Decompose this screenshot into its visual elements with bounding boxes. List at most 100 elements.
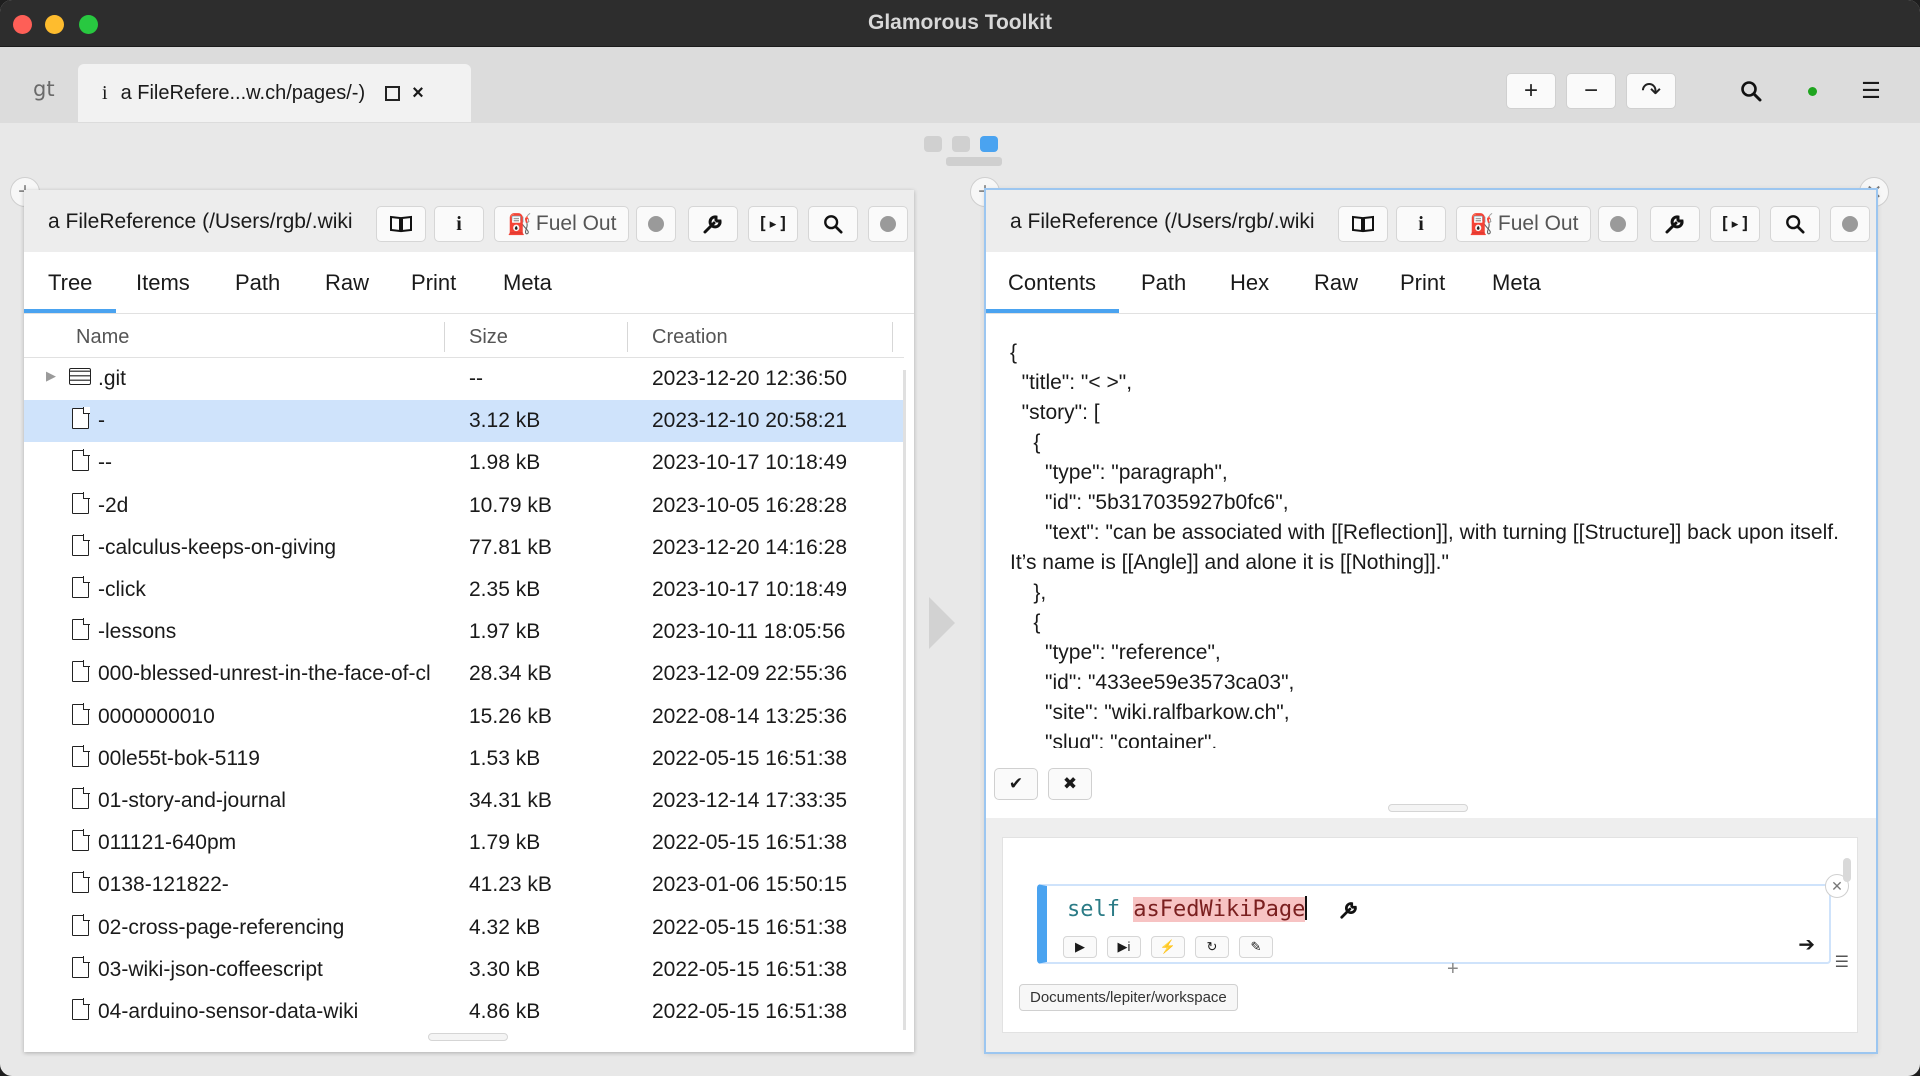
tab-raw[interactable]: Raw	[325, 270, 369, 296]
pager-scrollbar[interactable]	[946, 157, 1002, 166]
close-tab-icon[interactable]: ×	[412, 82, 424, 105]
edit-icon[interactable]: ✎	[1239, 936, 1273, 958]
lightning-icon[interactable]: ⚡	[1151, 936, 1185, 958]
vertical-scrollbar[interactable]	[903, 370, 906, 1030]
file-icon	[72, 998, 90, 1020]
column-separator[interactable]	[627, 322, 628, 352]
fuel-out-button[interactable]: ⛽ Fuel Out	[494, 206, 630, 242]
table-row[interactable]: 000-blessed-unrest-in-the-face-of-cl 28.3…	[24, 653, 904, 695]
workspace-path-chip[interactable]: Documents/lepiter/workspace	[1019, 984, 1238, 1011]
tab-meta[interactable]: Meta	[503, 270, 552, 296]
add-button[interactable]: +	[1506, 73, 1556, 109]
column-name-header[interactable]: Name	[76, 326, 129, 349]
column-size-header[interactable]: Size	[469, 326, 508, 349]
search-icon[interactable]	[1736, 77, 1766, 105]
table-row[interactable]: -click 2.35 kB 2023-10-17 10:18:49	[24, 569, 904, 611]
table-row[interactable]: -2d 10.79 kB 2023-10-05 16:28:28	[24, 485, 904, 527]
table-row[interactable]: -- 1.98 kB 2023-10-17 10:18:49	[24, 442, 904, 484]
playground-scrollbar[interactable]	[1843, 858, 1851, 882]
table-row[interactable]: 02-cross-page-referencing 4.32 kB 2022-05-…	[24, 907, 904, 949]
tab-file-reference[interactable]: i a FileRefere...w.ch/pages/-) ×	[78, 64, 471, 122]
menu-icon[interactable]: ☰	[1856, 77, 1886, 105]
table-row[interactable]: -lessons 1.97 kB 2023-10-11 18:05:56	[24, 611, 904, 653]
run-icon[interactable]: ▶	[1063, 936, 1097, 958]
book-icon[interactable]	[376, 206, 426, 242]
code-snippet[interactable]: self asFedWikiPage ▶ ▶i ⚡ ↻ ✎ ➔ ✕ + ☰	[1037, 874, 1849, 980]
wrench-icon[interactable]	[1650, 206, 1700, 242]
table-row[interactable]: 01-story-and-journal 34.31 kB 2023-12-14 1…	[24, 780, 904, 822]
view-tabs: Tree Items Path Raw Print Meta	[24, 252, 914, 314]
play-bracket-icon[interactable]: [▸]	[748, 206, 798, 242]
tab-hex[interactable]: Hex	[1230, 270, 1269, 296]
pane-toolbar: a FileReference (/Users/rgb/.wiki i ⛽ Fue…	[986, 190, 1876, 252]
file-created: 2022-08-14 13:25:36	[652, 704, 847, 728]
split-resize-handle[interactable]	[1388, 804, 1468, 812]
pane-splitter-arrow[interactable]	[929, 597, 955, 649]
table-row[interactable]: 00le55t-bok-5119 1.53 kB 2022-05-15 16:51:…	[24, 738, 904, 780]
scroll-handle[interactable]	[428, 1033, 508, 1041]
file-created: 2022-05-15 16:51:38	[652, 915, 847, 939]
expand-arrow-icon[interactable]: ▶	[46, 368, 56, 384]
left-inspector-pane: a FileReference (/Users/rgb/.wiki i ⛽ Fue…	[24, 190, 914, 1052]
tab-contents[interactable]: Contents	[1008, 270, 1096, 296]
column-creation-header[interactable]: Creation	[652, 326, 728, 349]
wrench-icon[interactable]	[1339, 900, 1359, 926]
file-icon	[72, 576, 90, 598]
file-icon	[72, 491, 90, 514]
table-row[interactable]: 04-arduino-sensor-data-wiki 4.86 kB 2022-0…	[24, 991, 904, 1033]
table-row[interactable]: -calculus-keeps-on-giving 77.81 kB 2023-12…	[24, 527, 904, 569]
tab-print[interactable]: Print	[1400, 270, 1445, 296]
info-icon[interactable]: i	[1396, 206, 1446, 242]
file-created: 2022-05-15 16:51:38	[652, 746, 847, 770]
book-icon[interactable]	[1338, 206, 1388, 242]
arrow-right-icon[interactable]: ➔	[1798, 932, 1815, 957]
run-inspect-icon[interactable]: ▶i	[1107, 936, 1141, 958]
file-name: 02-cross-page-referencing	[98, 915, 345, 939]
table-row[interactable]: ▶ .git -- 2023-12-20 12:36:50	[24, 358, 904, 400]
code-editor[interactable]: self asFedWikiPage	[1067, 896, 1308, 922]
gray-dot-button[interactable]	[636, 206, 676, 242]
info-icon[interactable]: i	[434, 206, 484, 242]
accept-button[interactable]: ✔	[994, 768, 1038, 800]
table-row[interactable]: - 3.12 kB 2023-12-10 20:58:21	[24, 400, 904, 443]
table-row[interactable]: 011121-640pm 1.79 kB 2022-05-15 16:51:38	[24, 822, 904, 864]
pager-dot-active[interactable]	[980, 136, 998, 152]
file-size: 10.79 kB	[469, 493, 552, 517]
profile-icon[interactable]: ↻	[1195, 936, 1229, 958]
add-snippet-icon[interactable]: +	[1447, 958, 1459, 981]
minus-button[interactable]: −	[1566, 73, 1616, 109]
file-size: 1.79 kB	[469, 831, 541, 855]
tab-meta[interactable]: Meta	[1492, 270, 1541, 296]
file-contents-editor[interactable]: { "title": "< >", "story": [ { "type": "…	[1010, 338, 1862, 748]
table-row[interactable]: 0138-121822- 41.23 kB 2023-01-06 15:50:15	[24, 864, 904, 906]
wrench-icon[interactable]	[688, 206, 738, 242]
pager-dot[interactable]	[952, 136, 970, 152]
tab-items[interactable]: Items	[136, 270, 190, 296]
tab-raw[interactable]: Raw	[1314, 270, 1358, 296]
maximize-tab-icon[interactable]	[385, 85, 401, 101]
tab-print[interactable]: Print	[411, 270, 456, 296]
play-bracket-icon[interactable]: [▸]	[1710, 206, 1760, 242]
tab-path[interactable]: Path	[235, 270, 280, 296]
gt-logo[interactable]: gt	[33, 77, 55, 101]
pager-dot[interactable]	[924, 136, 942, 152]
share-button[interactable]: ↷	[1626, 73, 1676, 109]
tab-path[interactable]: Path	[1141, 270, 1186, 296]
fuel-out-button[interactable]: ⛽ Fuel Out	[1456, 206, 1592, 242]
table-header: Name Size Creation	[24, 314, 904, 358]
table-row[interactable]: 03-wiki-json-coffeescript 3.30 kB 2022-05-…	[24, 949, 904, 991]
cancel-button[interactable]: ✖	[1048, 768, 1092, 800]
tab-tree[interactable]: Tree	[48, 270, 92, 296]
column-separator[interactable]	[444, 322, 445, 352]
playground: self asFedWikiPage ▶ ▶i ⚡ ↻ ✎ ➔ ✕ + ☰ Do…	[1002, 837, 1858, 1033]
snippet-menu-icon[interactable]: ☰	[1835, 952, 1849, 972]
column-separator[interactable]	[892, 322, 893, 352]
search-icon[interactable]	[1770, 206, 1820, 242]
table-row[interactable]: 0000000010 15.26 kB 2022-08-14 13:25:36	[24, 696, 904, 738]
gray-dot-button[interactable]	[1830, 206, 1870, 242]
file-size: 1.98 kB	[469, 451, 541, 475]
gray-dot-button[interactable]	[868, 206, 908, 242]
gray-dot-button[interactable]	[1598, 206, 1638, 242]
file-icon	[72, 407, 90, 430]
search-icon[interactable]	[808, 206, 858, 242]
